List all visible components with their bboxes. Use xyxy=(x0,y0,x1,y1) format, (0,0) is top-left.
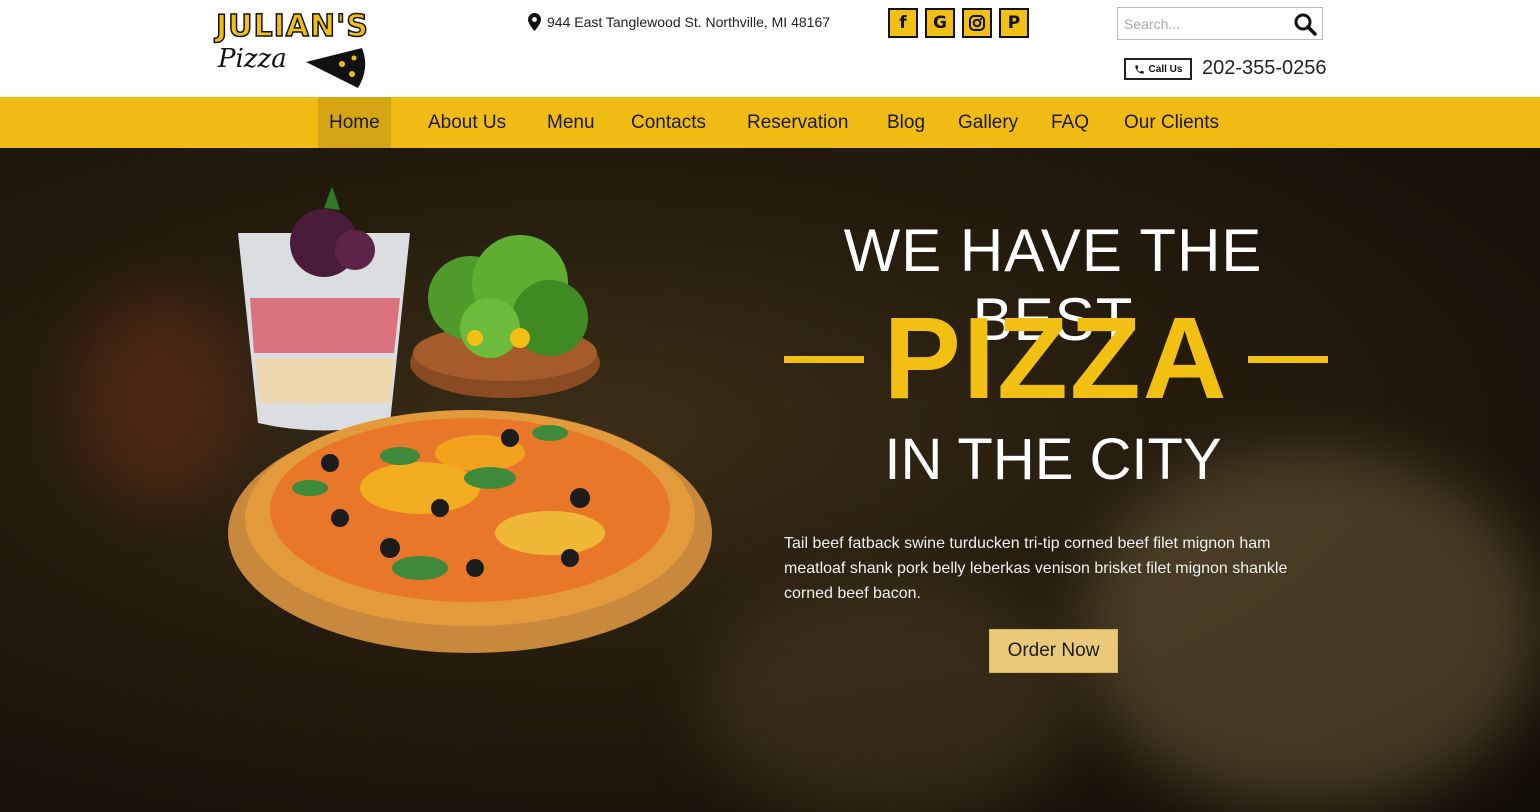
phone-number[interactable]: 202-355-0256 xyxy=(1202,57,1327,80)
food-image xyxy=(228,188,712,653)
logo-wordmark: JULIAN'S xyxy=(215,8,369,45)
search-input[interactable] xyxy=(1118,8,1286,39)
google-icon[interactable]: G xyxy=(925,8,955,38)
salad-bowl xyxy=(410,235,600,398)
nav-item-gallery[interactable]: Gallery xyxy=(958,97,1018,148)
search-box xyxy=(1117,7,1323,40)
nav-item-our-clients[interactable]: Our Clients xyxy=(1124,97,1219,148)
nav-item-contacts[interactable]: Contacts xyxy=(631,97,706,148)
background-blur xyxy=(1080,448,1540,808)
pizza-slice-icon xyxy=(306,48,366,88)
instagram-glyph xyxy=(969,15,985,31)
hero-description: Tail beef fatback swine turducken tri-ti… xyxy=(784,535,1288,602)
instagram-icon[interactable] xyxy=(962,8,992,38)
search-icon xyxy=(1294,13,1317,36)
pinterest-icon[interactable]: P xyxy=(999,8,1029,38)
call-us-label: Call Us xyxy=(1148,63,1183,75)
call-us-button[interactable]: Call Us xyxy=(1124,58,1192,80)
background-blur xyxy=(700,578,1080,812)
background-blur xyxy=(80,298,240,498)
pizza xyxy=(228,410,712,653)
map-pin-icon xyxy=(528,13,541,31)
order-now-button[interactable]: Order Now xyxy=(989,629,1118,673)
logo-script: Pizza xyxy=(218,44,287,74)
facebook-icon[interactable]: f xyxy=(888,8,918,38)
hero-highlight: PIZZA xyxy=(883,293,1229,423)
nav-item-menu[interactable]: Menu xyxy=(547,97,595,148)
address: 944 East Tanglewood St. Northville, MI 4… xyxy=(528,13,830,31)
site-header: JULIAN'S Pizza 944 East Tanglewood St. N… xyxy=(0,0,1540,97)
hero-highlight-row: PIZZA xyxy=(784,298,1328,418)
hero-banner: WE HAVE THE BEST PIZZA IN THE CITY Tail … xyxy=(0,148,1540,812)
nav-item-faq[interactable]: FAQ xyxy=(1051,97,1089,148)
search-button[interactable] xyxy=(1292,12,1318,36)
hero-heading-line3: IN THE CITY xyxy=(884,427,1222,492)
heading-dash-right xyxy=(1248,356,1328,363)
address-text: 944 East Tanglewood St. Northville, MI 4… xyxy=(547,14,831,30)
nav-item-about-us[interactable]: About Us xyxy=(428,97,506,148)
phone-icon xyxy=(1134,64,1144,74)
main-nav: Home About Us Menu Contacts Reservation … xyxy=(0,97,1540,148)
nav-item-reservation[interactable]: Reservation xyxy=(747,97,848,148)
dessert-glass xyxy=(238,188,410,431)
social-links: f G P xyxy=(888,8,1029,38)
logo[interactable]: JULIAN'S Pizza xyxy=(215,8,386,90)
nav-item-blog[interactable]: Blog xyxy=(887,97,925,148)
nav-item-home[interactable]: Home xyxy=(318,97,391,148)
